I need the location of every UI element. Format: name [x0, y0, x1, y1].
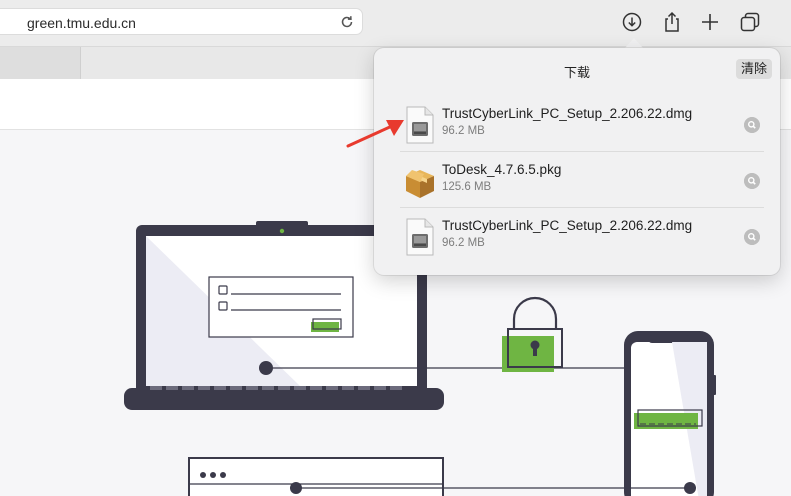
download-item[interactable]: TrustCyberLink_PC_Setup_2.206.22.dmg 96.…: [374, 210, 780, 266]
padlock-illustration: [502, 296, 563, 372]
reveal-in-finder-icon[interactable]: [744, 117, 760, 133]
download-size: 125.6 MB: [442, 181, 492, 193]
download-filename: ToDesk_4.7.6.5.pkg: [442, 162, 562, 177]
item-separator: [400, 151, 764, 152]
download-item[interactable]: TrustCyberLink_PC_Setup_2.206.22.dmg 96.…: [374, 98, 780, 154]
reveal-in-finder-icon[interactable]: [744, 173, 760, 189]
download-filename: TrustCyberLink_PC_Setup_2.206.22.dmg: [442, 106, 693, 121]
reveal-in-finder-icon[interactable]: [744, 229, 760, 245]
pkg-package-icon: [406, 170, 434, 198]
phone-illustration: [624, 331, 716, 496]
downloads-popover: 下载 清除 TrustCyberLink_PC_Setup_2.206.22.d…: [374, 48, 780, 275]
browser-window-illustration: [188, 457, 696, 496]
download-filename: TrustCyberLink_PC_Setup_2.206.22.dmg: [442, 218, 693, 233]
annotation-arrow-icon: [346, 120, 404, 148]
clear-downloads-button[interactable]: 清除: [735, 59, 772, 79]
item-separator: [400, 207, 764, 208]
download-size: 96.2 MB: [442, 237, 485, 249]
downloads-title: 下载: [563, 65, 590, 80]
download-size: 96.2 MB: [442, 125, 485, 137]
download-item[interactable]: ToDesk_4.7.6.5.pkg 125.6 MB: [374, 154, 780, 210]
dmg-file-icon: [406, 218, 434, 256]
